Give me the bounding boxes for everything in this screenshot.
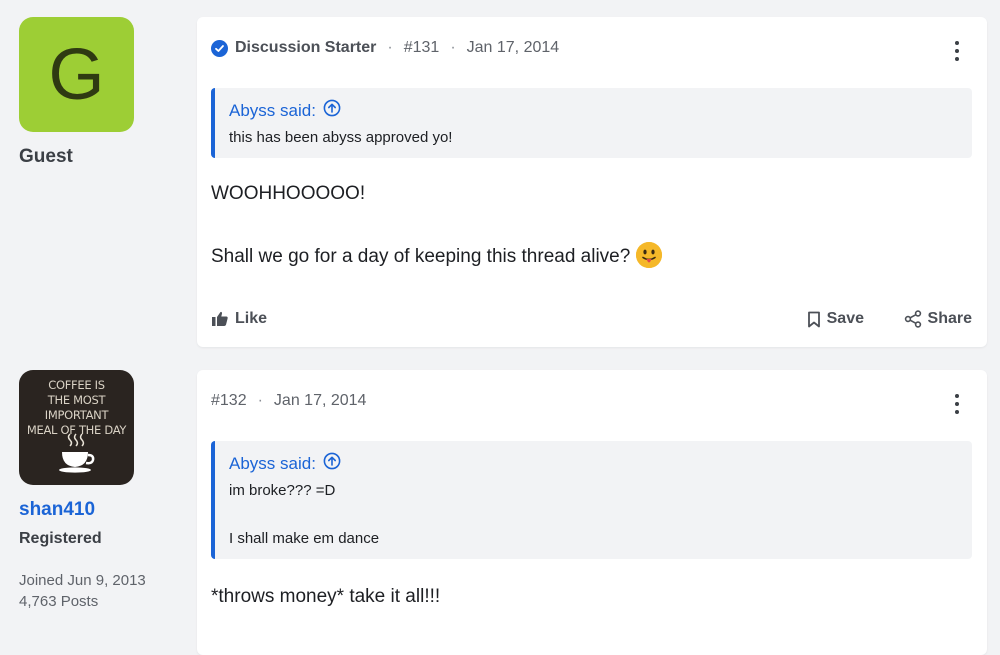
more-options-icon[interactable] <box>955 394 961 414</box>
quote-text: im broke??? =D <box>229 482 336 499</box>
username-link[interactable]: shan410 <box>19 499 189 521</box>
more-options-icon[interactable] <box>955 41 961 61</box>
post-header: Discussion Starter · #131 · Jan 17, 2014 <box>211 39 559 57</box>
share-icon <box>904 310 921 328</box>
separator-dot: · <box>450 39 456 56</box>
arrow-up-circle-icon[interactable] <box>323 452 341 475</box>
post-text-line: Shall we go for a day of keeping this th… <box>211 242 663 268</box>
author-panel: G Guest <box>19 17 189 168</box>
save-label: Save <box>826 310 864 327</box>
post-132: COFFEE IS THE MOST IMPORTANT MEAL OF THE… <box>0 370 1000 655</box>
save-button[interactable]: Save <box>807 310 864 328</box>
share-label: Share <box>927 310 972 327</box>
share-button[interactable]: Share <box>904 310 972 328</box>
user-role: Registered <box>19 530 102 547</box>
avatar-caption: COFFEE IS THE MOST IMPORTANT MEAL OF THE… <box>19 378 134 438</box>
thumbs-up-icon <box>212 311 228 326</box>
post-text: Shall we go for a day of keeping this th… <box>211 246 631 267</box>
username: Guest <box>19 146 73 167</box>
post-date[interactable]: Jan 17, 2014 <box>467 39 560 57</box>
coffee-cup-icon <box>59 433 95 473</box>
post-text: *throws money* take it all!!! <box>211 586 441 607</box>
quote-author-link[interactable]: Abyss said: <box>229 452 341 475</box>
post-count: 4,763 Posts <box>19 593 99 610</box>
author-panel: COFFEE IS THE MOST IMPORTANT MEAL OF THE… <box>19 370 189 610</box>
tongue-out-emoji-icon <box>636 242 663 268</box>
avatar-caption-line: THE MOST IMPORTANT <box>44 393 109 422</box>
post-number[interactable]: #131 <box>404 39 440 57</box>
quote-block: Abyss said: this has been abyss approved… <box>211 88 972 158</box>
quote-author-link[interactable]: Abyss said: <box>229 99 341 122</box>
post-header: #132 · Jan 17, 2014 <box>211 392 366 410</box>
bookmark-icon <box>807 311 820 327</box>
avatar-caption-line: COFFEE IS <box>48 378 105 392</box>
discussion-starter-badge: Discussion Starter <box>235 39 377 56</box>
post-card: #132 · Jan 17, 2014 Abyss said: im broke… <box>197 370 987 655</box>
post-date[interactable]: Jan 17, 2014 <box>274 392 367 410</box>
checkmark-badge-icon <box>211 39 228 57</box>
quote-block: Abyss said: im broke??? =D I shall make … <box>211 441 972 559</box>
post-131: G Guest Discussion Starter · #131 · Jan … <box>0 0 1000 350</box>
avatar[interactable]: G <box>19 17 134 132</box>
post-number[interactable]: #132 <box>211 392 247 410</box>
separator-dot: · <box>257 392 263 409</box>
join-date: Joined Jun 9, 2013 <box>19 572 146 589</box>
like-label: Like <box>235 310 268 327</box>
quote-author: Abyss said: <box>229 453 316 473</box>
post-text: WOOHHOOOOO! <box>211 183 366 204</box>
post-card: Discussion Starter · #131 · Jan 17, 2014… <box>197 17 987 347</box>
quote-author: Abyss said: <box>229 100 316 120</box>
quote-text: this has been abyss approved yo! <box>229 129 453 146</box>
avatar[interactable]: COFFEE IS THE MOST IMPORTANT MEAL OF THE… <box>19 370 134 485</box>
separator-dot: · <box>387 39 393 56</box>
arrow-up-circle-icon[interactable] <box>323 99 341 122</box>
quote-text: I shall make em dance <box>229 530 380 547</box>
like-button[interactable]: Like <box>211 310 267 328</box>
avatar-letter: G <box>48 34 105 115</box>
